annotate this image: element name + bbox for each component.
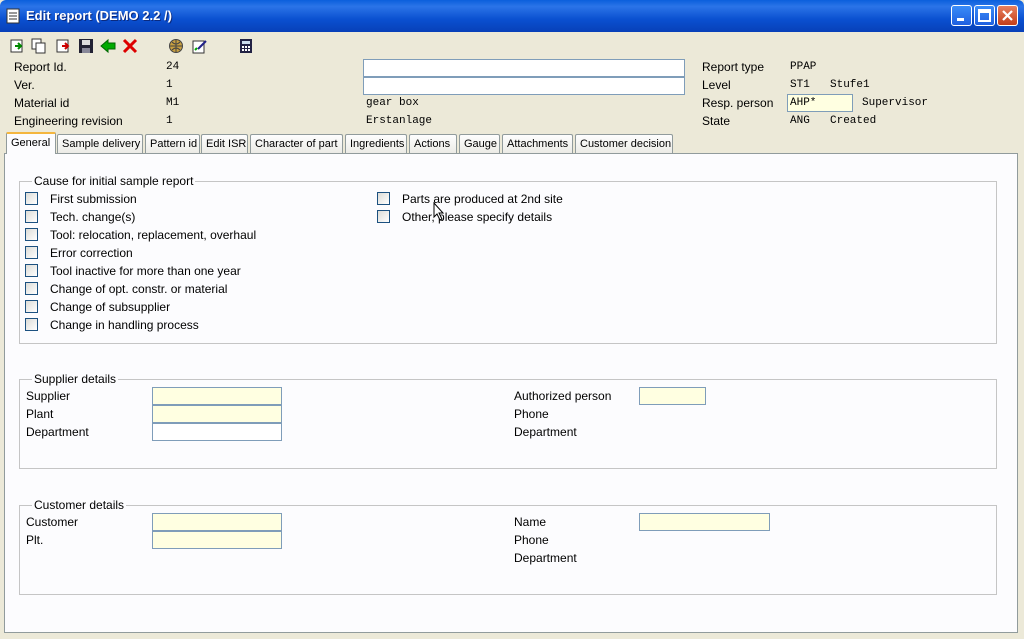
version-desc-input[interactable]: [363, 77, 685, 95]
checkbox-label: Tool inactive for more than one year: [50, 264, 241, 278]
close-button[interactable]: [997, 5, 1018, 26]
eng-rev-value: 1: [166, 115, 173, 127]
eng-rev-label: Engineering revision: [14, 114, 123, 128]
plant-input[interactable]: [152, 405, 282, 423]
checkbox-tech-change[interactable]: [25, 210, 38, 223]
report-desc-input[interactable]: [363, 59, 685, 77]
report-icon: [6, 8, 20, 24]
level-label: Level: [702, 78, 731, 92]
tab-bar: General Sample delivery Pattern id Edit …: [0, 132, 1024, 154]
checkbox-first-submission[interactable]: [25, 192, 38, 205]
tab-general[interactable]: General: [6, 132, 56, 154]
minimize-button[interactable]: [951, 5, 972, 26]
material-value: M1: [166, 97, 180, 109]
level-desc: Stufe1: [830, 79, 870, 91]
plt-label: Plt.: [26, 533, 44, 547]
window-title: Edit report (DEMO 2.2 /): [26, 8, 172, 23]
customer-group-title: Customer details: [32, 498, 127, 512]
customer-department-label: Department: [514, 551, 577, 565]
tab-gauge[interactable]: Gauge: [459, 134, 500, 153]
checkbox-label: Change of opt. constr. or material: [50, 282, 228, 296]
supplier-label: Supplier: [26, 389, 71, 403]
tab-actions[interactable]: Actions: [409, 134, 457, 153]
toolbar: [0, 34, 1024, 58]
report-type-value: PPAP: [790, 61, 817, 73]
resp-person-desc: Supervisor: [862, 97, 929, 109]
tab-character-of-part[interactable]: Character of part: [250, 134, 343, 153]
title-bar[interactable]: Edit report (DEMO 2.2 /): [0, 0, 1024, 32]
authorized-person-input[interactable]: [639, 387, 706, 405]
checkbox-label: Other, please specify details: [402, 210, 553, 224]
tab-edit-isr[interactable]: Edit ISR: [201, 134, 248, 153]
copy-icon[interactable]: [31, 38, 47, 54]
supplier-group-title: Supplier details: [32, 372, 119, 386]
save-icon[interactable]: [78, 38, 94, 54]
cause-group-title: Cause for initial sample report: [32, 174, 196, 188]
phone-label: Phone: [514, 407, 549, 421]
maximize-button[interactable]: [974, 5, 995, 26]
tab-customer-decision[interactable]: Customer decision: [575, 134, 673, 153]
resp-person-input[interactable]: AHP*: [787, 94, 853, 112]
supplier-input[interactable]: [152, 387, 282, 405]
plt-input[interactable]: [152, 531, 282, 549]
checkbox-label: Tech. change(s): [50, 210, 136, 224]
ver-value: 1: [166, 79, 173, 91]
report-id-label: Report Id.: [14, 60, 67, 74]
export-icon[interactable]: [55, 38, 71, 54]
checkbox-label: First submission: [50, 192, 137, 206]
ver-label: Ver.: [14, 78, 35, 92]
checkbox-change-subsupplier[interactable]: [25, 300, 38, 313]
plant-label: Plant: [26, 407, 54, 421]
material-label: Material id: [14, 96, 70, 110]
authorized-person-label: Authorized person: [514, 389, 612, 403]
calculator-icon[interactable]: [238, 38, 254, 54]
checkbox-2nd-site[interactable]: [377, 192, 390, 205]
globe-icon[interactable]: [168, 38, 184, 54]
state-label: State: [702, 114, 731, 128]
name-input[interactable]: [639, 513, 770, 531]
checkbox-change-handling[interactable]: [25, 318, 38, 331]
checkbox-label: Change of subsupplier: [50, 300, 171, 314]
eng-rev-desc: Erstanlage: [366, 115, 433, 127]
back-arrow-icon[interactable]: [100, 38, 116, 54]
state-value: ANG: [790, 115, 810, 127]
checkbox-label: Parts are produced at 2nd site: [402, 192, 563, 206]
checkbox-label: Error correction: [50, 246, 133, 260]
edit-icon[interactable]: [192, 38, 208, 54]
customer-input[interactable]: [152, 513, 282, 531]
department-input[interactable]: [152, 423, 282, 441]
checkbox-error-correction[interactable]: [25, 246, 38, 259]
customer-label: Customer: [26, 515, 79, 529]
name-label: Name: [514, 515, 547, 529]
new-icon[interactable]: [9, 38, 25, 54]
material-desc: gear box: [366, 97, 419, 109]
tab-attachments[interactable]: Attachments: [502, 134, 573, 153]
department-label-2: Department: [514, 425, 577, 439]
report-id-value: 24: [166, 61, 180, 73]
delete-icon[interactable]: [122, 38, 138, 54]
general-panel: Cause for initial sample report First su…: [4, 153, 1018, 633]
tab-ingredients[interactable]: Ingredients: [345, 134, 407, 153]
tab-pattern-id[interactable]: Pattern id: [145, 134, 200, 153]
checkbox-tool-inactive[interactable]: [25, 264, 38, 277]
checkbox-change-material[interactable]: [25, 282, 38, 295]
checkbox-tool-relocation[interactable]: [25, 228, 38, 241]
report-type-label: Report type: [702, 60, 765, 74]
mouse-cursor-icon: [433, 202, 445, 221]
checkbox-label: Change in handling process: [50, 318, 199, 332]
tab-sample-delivery[interactable]: Sample delivery: [57, 134, 143, 153]
resp-person-label: Resp. person: [702, 96, 774, 110]
department-label: Department: [26, 425, 89, 439]
checkbox-label: Tool: relocation, replacement, overhaul: [50, 228, 257, 242]
checkbox-other[interactable]: [377, 210, 390, 223]
level-value: ST1: [790, 79, 810, 91]
state-desc: Created: [830, 115, 877, 127]
customer-phone-label: Phone: [514, 533, 549, 547]
